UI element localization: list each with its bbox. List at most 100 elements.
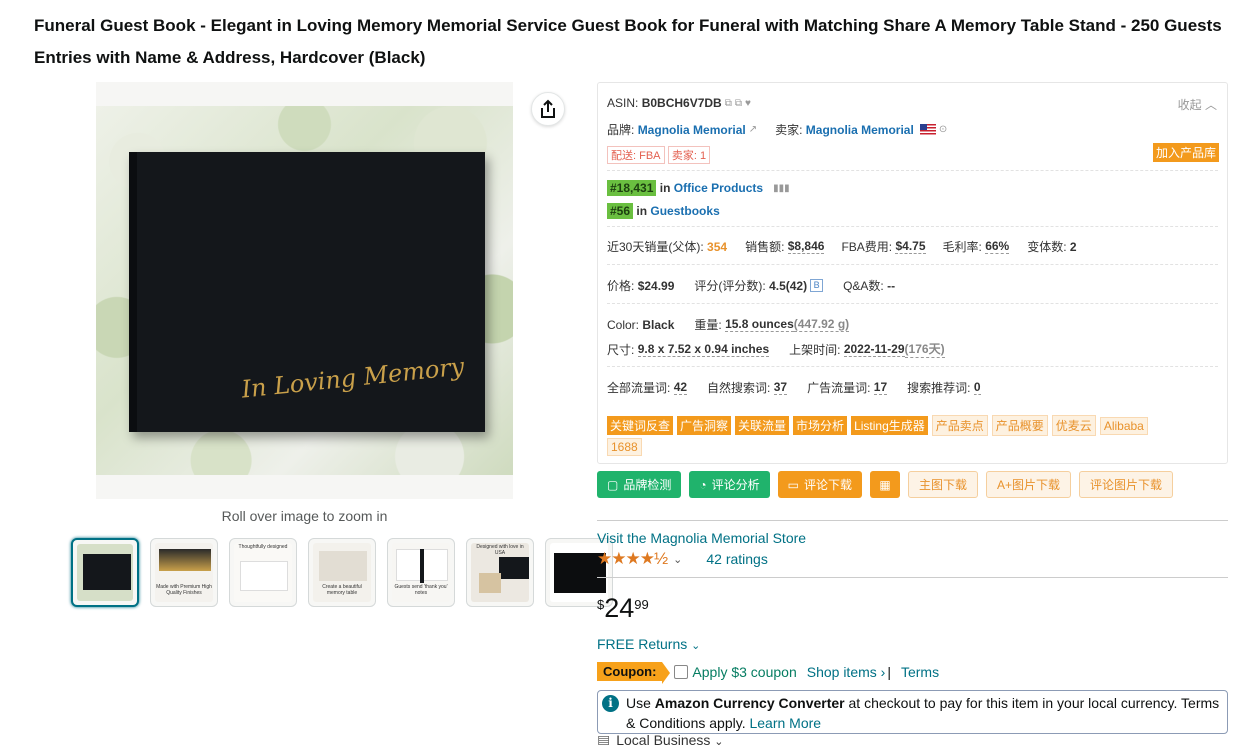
thumbnail-1[interactable]	[71, 538, 139, 607]
fulfillment-tags: 配送: FBA 卖家: 1	[607, 146, 711, 164]
qa-value: --	[887, 278, 896, 293]
calculator-icon: ▦	[879, 477, 891, 492]
price-symbol: $	[597, 597, 605, 612]
price-label: 价格:	[607, 279, 635, 293]
ratings-link[interactable]: 42 ratings	[706, 551, 767, 567]
kw-ad-label: 广告流量词:	[807, 381, 871, 395]
brand-label: 品牌:	[607, 123, 635, 137]
collapse-toggle[interactable]: 收起 ︿	[1178, 96, 1217, 113]
guest-book: In Loving Memory	[129, 152, 485, 432]
price-value: $24.99	[637, 278, 675, 293]
tag-ad-insight[interactable]: 广告洞察	[677, 416, 732, 435]
learn-more-link[interactable]: Learn More	[749, 715, 821, 731]
copy-icon[interactable]: ⧉	[725, 98, 732, 109]
thumbnail-2[interactable]: Made with Premium High Quality Finishes	[150, 538, 218, 607]
kw-ad-value[interactable]: 17	[873, 380, 888, 395]
currency-converter-name: Amazon Currency Converter	[654, 695, 845, 711]
apply-coupon-label[interactable]: Apply $3 coupon	[692, 664, 796, 680]
kw-all-value[interactable]: 42	[673, 380, 688, 395]
collapse-label: 收起	[1177, 98, 1202, 112]
brand-check-button[interactable]: ▢ 品牌检测	[597, 471, 682, 498]
store-icon: ▤	[597, 732, 611, 745]
divider	[607, 366, 1218, 367]
tag-selling-points[interactable]: 产品卖点	[931, 415, 988, 436]
store-link[interactable]: Visit the Magnolia Memorial Store	[597, 530, 806, 546]
rank-category-link[interactable]: Guestbooks	[650, 204, 719, 218]
asin-value: B0BCH6V7DB	[641, 96, 722, 110]
review-analysis-button[interactable]: ◔ 评论分析	[689, 471, 770, 498]
review-download-button[interactable]: ▭ 评论下载	[777, 471, 862, 498]
currency-converter-notice: i Use Amazon Currency Converter at check…	[597, 690, 1228, 734]
thumbnail-caption: Designed with love in USA	[476, 544, 524, 556]
pie-chart-icon: ◔	[699, 477, 707, 492]
price-row: 价格: $24.99 评分(评分数): 4.5(42) B Q&A数: --	[607, 277, 895, 294]
heart-icon[interactable]: ♥	[745, 98, 751, 109]
tool-tags-row-2: 1688	[607, 438, 646, 456]
terms-link[interactable]: Terms	[901, 664, 939, 680]
keyword-row: 全部流量词: 42 自然搜索词: 37 广告流量词: 17 搜索推荐词: 0	[607, 379, 981, 396]
rating-chart-icon[interactable]: B	[810, 279, 824, 292]
copy-alt-icon[interactable]: ⧉	[735, 98, 742, 109]
divider	[607, 170, 1218, 171]
fba-tag: 配送: FBA	[607, 146, 665, 164]
tag-youmaiyun[interactable]: 优麦云	[1051, 415, 1096, 436]
review-image-download-button[interactable]: 评论图片下载	[1079, 471, 1174, 498]
tag-1688[interactable]: 1688	[607, 438, 642, 456]
thumbnail-6[interactable]: Designed with love in USA	[466, 538, 534, 607]
rating-value: 4.5(42)	[769, 278, 808, 293]
share-icon	[541, 99, 555, 118]
rank-category-link[interactable]: Office Products	[674, 181, 763, 195]
tag-market-analysis[interactable]: 市场分析	[793, 416, 848, 435]
rating-label: 评分(评分数):	[694, 279, 766, 293]
free-returns-link[interactable]: FREE Returns ⌄	[597, 636, 700, 652]
kw-organic-value[interactable]: 37	[773, 380, 788, 395]
location-pin-icon[interactable]: ⊙	[939, 124, 947, 135]
brand-check-label: 品牌检测	[623, 478, 672, 492]
thumbnail-5[interactable]: Guests send 'thank you' notes	[387, 538, 455, 607]
qa-label: Q&A数:	[843, 279, 884, 293]
brand-link[interactable]: Magnolia Memorial	[638, 123, 746, 137]
thumbnail-4[interactable]: Create a beautiful memory table	[308, 538, 376, 607]
main-product-image[interactable]: In Loving Memory	[96, 82, 513, 499]
seller-link[interactable]: Magnolia Memorial	[806, 123, 914, 137]
rank-in: in	[659, 181, 671, 195]
attributes-row: Color: Black 重量: 15.8 ounces (447.92 g)	[607, 316, 850, 333]
chevron-down-icon[interactable]: ⌄	[673, 553, 682, 566]
local-business-row[interactable]: ▤ Local Business ⌄	[597, 732, 724, 745]
comment-icon: ▭	[787, 477, 799, 492]
add-to-library-button[interactable]: 加入产品库	[1152, 143, 1219, 162]
brand-row: 品牌: Magnolia Memorial ↗ 卖家: Magnolia Mem…	[607, 121, 947, 138]
color-label: Color:	[607, 317, 640, 332]
shop-items-link[interactable]: Shop items ›	[807, 664, 886, 680]
bar-chart-icon[interactable]: ▮▮▮	[773, 183, 790, 194]
asin-row: ASIN: B0BCH6V7DB ⧉ ⧉ ♥	[607, 96, 751, 110]
kw-rec-label: 搜索推荐词:	[907, 381, 971, 395]
tag-listing-generator[interactable]: Listing生成器	[851, 416, 928, 435]
divider	[597, 520, 1228, 521]
external-link-icon[interactable]: ↗	[749, 124, 757, 135]
calculator-button[interactable]: ▦	[869, 471, 900, 498]
price-whole: 24	[604, 593, 635, 623]
coupon-checkbox[interactable]	[674, 664, 689, 679]
share-button[interactable]	[531, 92, 565, 126]
coupon-badge: Coupon:	[597, 662, 671, 684]
thumbnail-3[interactable]: Thoughtfully designed	[229, 538, 297, 607]
thumbnail-caption: Create a beautiful memory table	[322, 584, 362, 596]
tag-keyword-reverse[interactable]: 关键词反查	[607, 416, 674, 435]
review-download-label: 评论下载	[803, 478, 852, 492]
revenue-label: 销售额:	[745, 240, 785, 254]
star-rating-icon[interactable]: ★★★★½	[597, 549, 668, 569]
kw-rec-value[interactable]: 0	[973, 380, 981, 395]
aplus-image-download-button[interactable]: A+图片下载	[986, 471, 1072, 498]
review-analysis-label: 评论分析	[711, 478, 760, 492]
margin-label: 毛利率:	[942, 240, 982, 254]
color-value: Black	[642, 317, 675, 332]
tag-product-summary[interactable]: 产品概要	[991, 415, 1048, 436]
rank-badge: #18,431	[607, 180, 657, 196]
thumbnail-strip: Made with Premium High Quality Finishes …	[71, 538, 613, 607]
main-image-download-button[interactable]: 主图下载	[907, 471, 978, 498]
sales30-value: 354	[707, 239, 728, 254]
seller-tool-panel: ASIN: B0BCH6V7DB ⧉ ⧉ ♥ 收起 ︿ 品牌: Magnolia…	[597, 82, 1228, 464]
tag-related-traffic[interactable]: 关联流量	[735, 416, 790, 435]
tag-alibaba[interactable]: Alibaba	[1099, 416, 1148, 435]
